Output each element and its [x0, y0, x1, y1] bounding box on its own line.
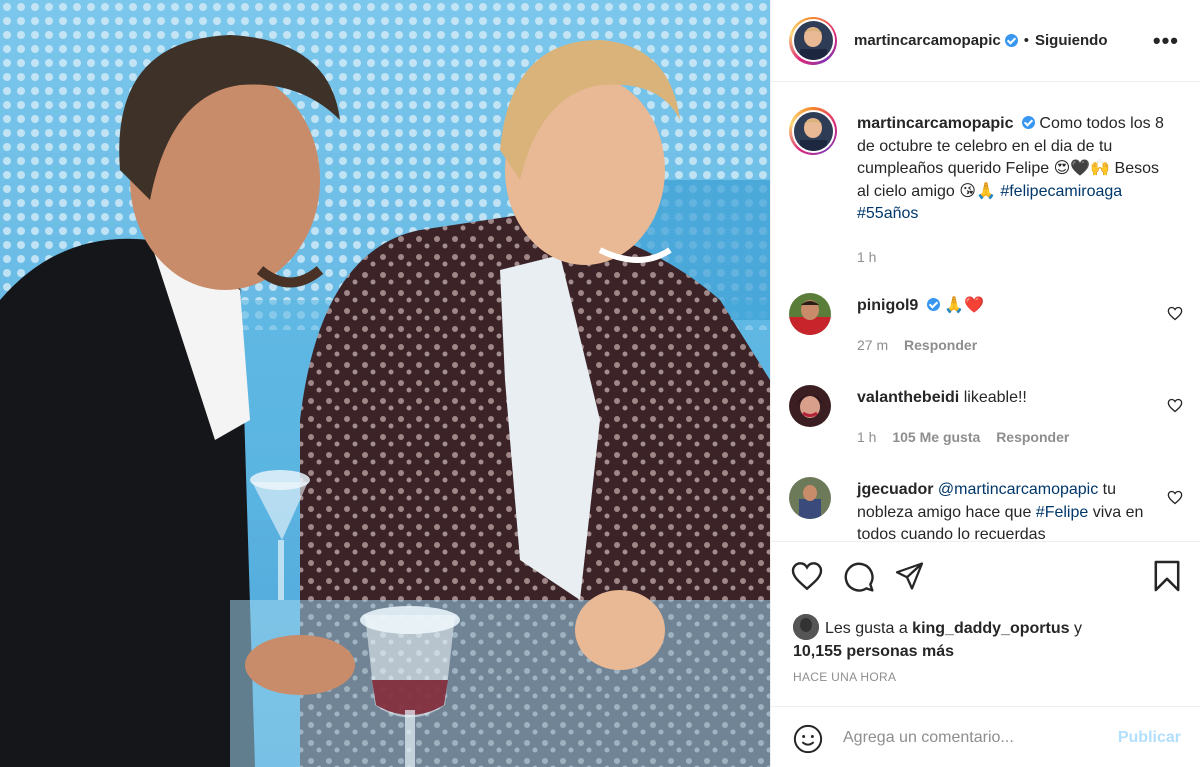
following-button[interactable]: Siguiendo	[1035, 32, 1108, 49]
liker-avatar[interactable]	[793, 614, 819, 640]
comment-time[interactable]: 1 h	[857, 429, 876, 445]
verified-badge-icon	[1004, 34, 1018, 47]
comment-avatar[interactable]	[789, 477, 831, 519]
comment-username[interactable]: jgecuador	[857, 481, 933, 498]
post-photo[interactable]	[0, 0, 770, 767]
comments-list[interactable]: martincarcamopapic Como todos los 8 de o…	[771, 83, 1200, 541]
comment-icon[interactable]	[843, 561, 875, 593]
likes-suffix: y	[1069, 620, 1082, 637]
reply-button[interactable]: Responder	[904, 337, 977, 353]
comment-avatar-image	[789, 477, 831, 519]
comment-like-heart-icon[interactable]	[1167, 490, 1183, 505]
comment-avatar[interactable]	[789, 385, 831, 427]
author-username[interactable]: martincarcamopapic	[854, 32, 1001, 49]
liker-username[interactable]: king_daddy_oportus	[912, 620, 1069, 637]
heart-icon[interactable]	[791, 561, 823, 591]
post-header: martincarcamopapic • Siguiendo •••	[771, 0, 1200, 82]
verified-badge-icon	[926, 298, 940, 311]
comment-mention[interactable]: @martincarcamopapic	[938, 481, 1098, 498]
smiley-icon[interactable]	[793, 724, 823, 754]
post-photo-illustration	[0, 0, 770, 767]
comment-username[interactable]: pinigol9	[857, 297, 918, 314]
comment-avatar-image	[789, 385, 831, 427]
more-options-icon[interactable]: •••	[1153, 28, 1179, 54]
publish-button[interactable]: Publicar	[1118, 729, 1181, 747]
likes-summary[interactable]: Les gusta a king_daddy_oportus y 10,155 …	[793, 614, 1183, 663]
comment-time[interactable]: 27 m	[857, 337, 888, 353]
likes-count[interactable]: 10,155 personas más	[793, 643, 954, 660]
comment-hashtag[interactable]: #Felipe	[1036, 504, 1088, 521]
comment-text: 🙏❤️	[944, 297, 985, 314]
caption-time[interactable]: 1 h	[857, 249, 876, 265]
comment-username[interactable]: valanthebeidi	[857, 389, 959, 406]
separator-dot: •	[1023, 32, 1029, 49]
comment-like-heart-icon[interactable]	[1167, 398, 1183, 413]
caption-avatar-image	[793, 111, 833, 151]
caption-avatar[interactable]	[789, 107, 837, 155]
comment-input[interactable]	[843, 723, 1103, 753]
caption-username[interactable]: martincarcamopapic	[857, 115, 1014, 132]
reply-button[interactable]: Responder	[996, 429, 1069, 445]
comment-composer: Publicar	[771, 706, 1200, 767]
comment-avatar-image	[789, 293, 831, 335]
comment-text: likeable!!	[963, 389, 1027, 406]
comment-like-heart-icon[interactable]	[1167, 306, 1183, 321]
author-avatar[interactable]	[789, 16, 837, 65]
liker-avatar-image	[793, 614, 819, 640]
post-timestamp[interactable]: HACE UNA HORA	[793, 670, 896, 684]
paper-plane-icon[interactable]	[894, 561, 925, 591]
likes-prefix: Les gusta a	[825, 620, 913, 637]
post-sidebar: martincarcamopapic • Siguiendo ••• marti…	[770, 0, 1200, 767]
comment-avatar[interactable]	[789, 293, 831, 335]
bookmark-icon[interactable]	[1153, 559, 1181, 593]
author-avatar-image	[793, 21, 833, 60]
verified-badge-icon	[1021, 116, 1035, 129]
comment-likes-count[interactable]: 105 Me gusta	[892, 429, 980, 445]
post-actions: Les gusta a king_daddy_oportus y 10,155 …	[771, 541, 1200, 721]
